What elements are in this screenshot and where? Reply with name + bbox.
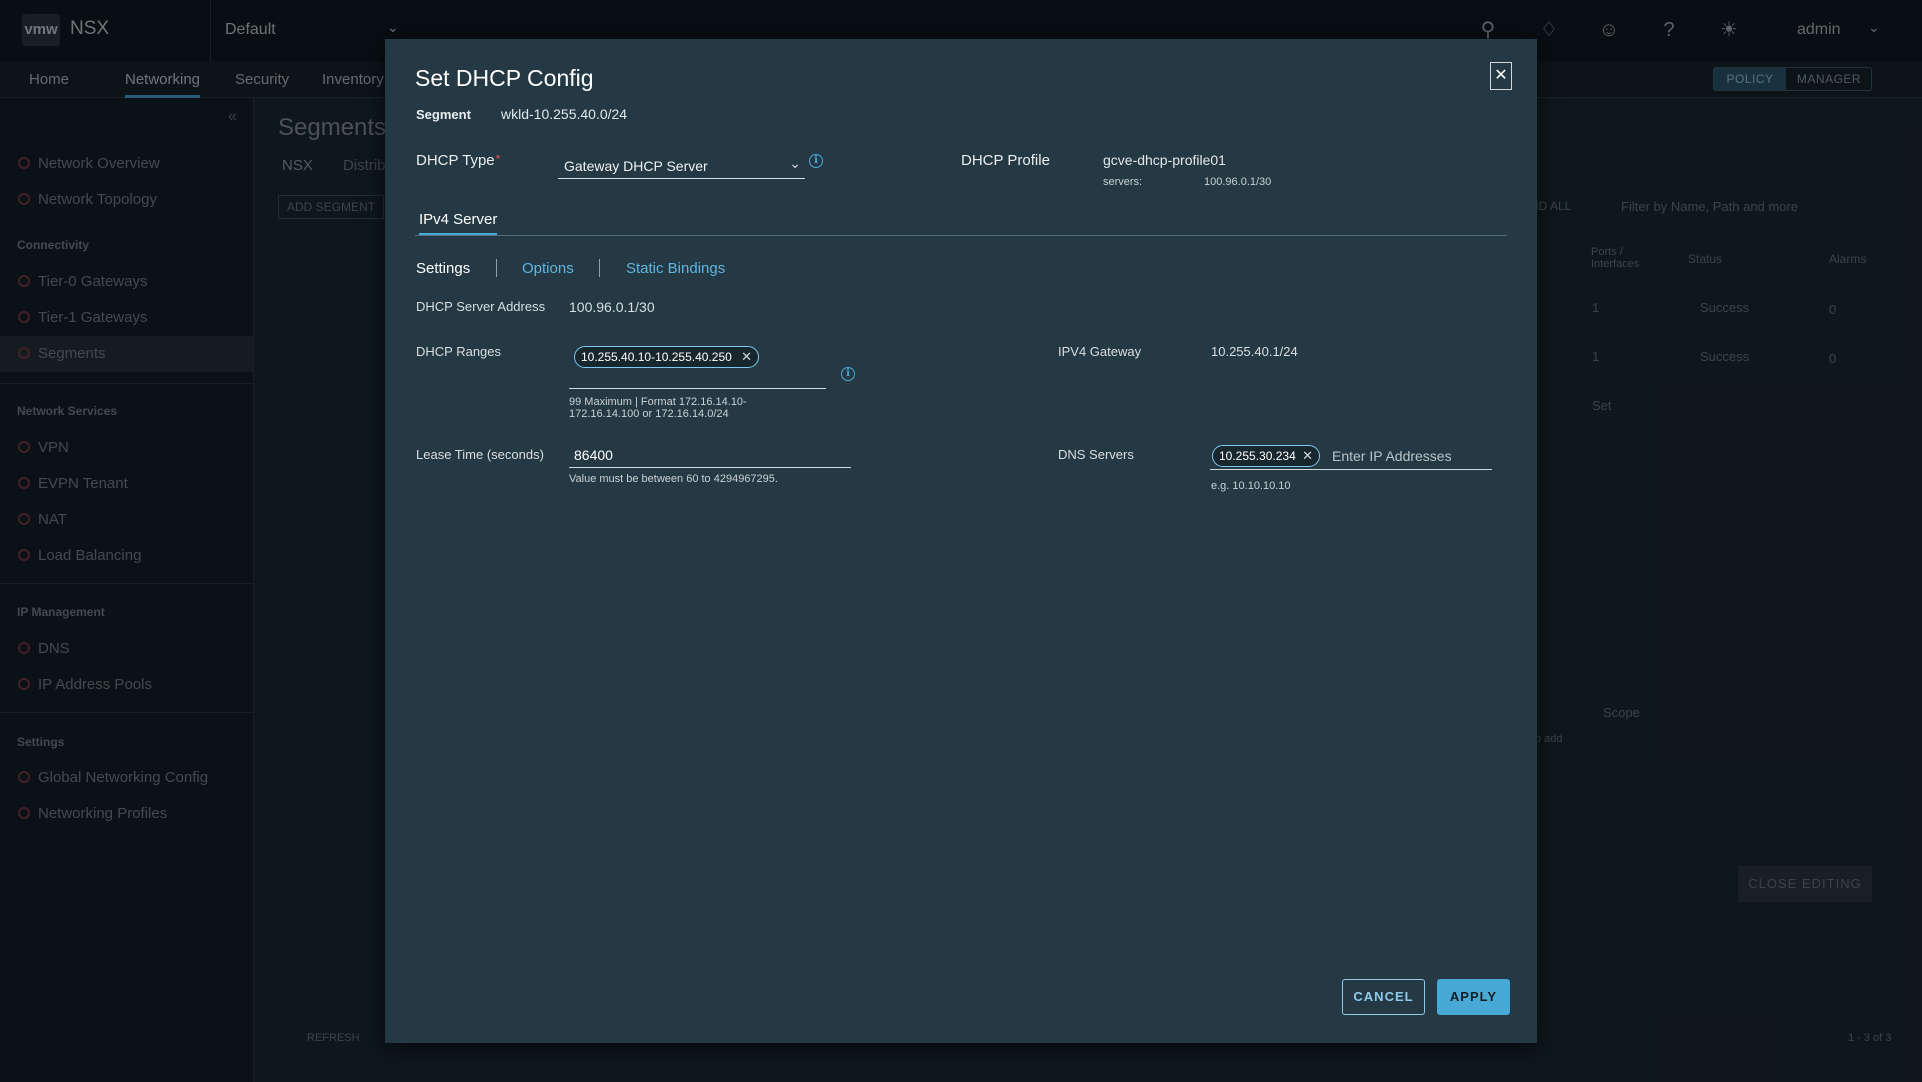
remove-range-icon[interactable]: ✕ <box>741 347 752 367</box>
dns-servers-input[interactable]: Enter IP Addresses <box>1332 448 1452 464</box>
subtab-static-bindings[interactable]: Static Bindings <box>626 260 725 277</box>
dhcp-range-chip: 10.255.40.10-10.255.40.250 ✕ <box>574 346 759 368</box>
subtab-options[interactable]: Options <box>522 260 574 277</box>
dhcp-type-value: Gateway DHCP Server <box>564 158 708 174</box>
ipv4-gateway-value: 10.255.40.1/24 <box>1211 344 1298 359</box>
dhcp-ranges-label: DHCP Ranges <box>416 344 502 359</box>
ipv4-gateway-label: IPV4 Gateway <box>1058 344 1142 359</box>
subtab-separator <box>496 259 497 277</box>
segment-label: Segment <box>416 107 471 122</box>
required-marker: * <box>495 152 501 166</box>
lease-time-help: Value must be between 60 to 4294967295. <box>569 473 778 485</box>
lease-time-input[interactable]: 86400 <box>574 447 613 463</box>
dhcp-ranges-help: 172.16.14.100 or 172.16.14.0/24 <box>569 408 729 420</box>
dns-servers-label: DNS Servers <box>1058 447 1134 462</box>
chevron-down-icon: ⌄ <box>789 155 801 171</box>
servers-label: servers: <box>1103 176 1143 188</box>
dhcp-type-select[interactable]: Gateway DHCP Server ⌄ <box>558 151 805 179</box>
dns-servers-help: e.g. 10.10.10.10 <box>1211 480 1291 492</box>
subtab-separator <box>599 259 600 277</box>
dhcp-profile-label: DHCP Profile <box>961 152 1050 169</box>
dhcp-ranges-help: 99 Maximum | Format 172.16.14.10- <box>569 396 747 408</box>
dhcp-type-label: DHCP Type* <box>416 152 501 169</box>
remove-dns-icon[interactable]: ✕ <box>1302 446 1313 466</box>
dhcp-config-modal: Set DHCP Config ✕ Segment wkld-10.255.40… <box>385 39 1537 1043</box>
tab-ipv4-server[interactable]: IPv4 Server <box>419 211 498 236</box>
servers-value: 100.96.0.1/30 <box>1204 176 1272 188</box>
dhcp-server-address-label: DHCP Server Address <box>416 299 546 314</box>
dhcp-server-address-value: 100.96.0.1/30 <box>569 299 655 315</box>
info-icon[interactable]: i <box>809 154 823 168</box>
apply-button[interactable]: APPLY <box>1437 979 1510 1015</box>
modal-title: Set DHCP Config <box>415 65 594 91</box>
subtab-settings[interactable]: Settings <box>416 260 470 277</box>
dhcp-profile-value: gcve-dhcp-profile01 <box>1103 152 1226 168</box>
lease-time-label: Lease Time (seconds) <box>416 447 544 462</box>
close-icon[interactable]: ✕ <box>1490 62 1512 90</box>
cancel-button[interactable]: CANCEL <box>1342 979 1425 1015</box>
dns-servers-underline <box>1210 469 1492 470</box>
lease-time-underline <box>569 467 851 468</box>
dns-server-chip: 10.255.30.234 ✕ <box>1212 445 1320 467</box>
dhcp-ranges-input[interactable] <box>569 388 826 389</box>
tab-divider <box>415 235 1507 236</box>
info-icon[interactable]: i <box>841 367 855 381</box>
segment-value: wkld-10.255.40.0/24 <box>501 106 628 122</box>
